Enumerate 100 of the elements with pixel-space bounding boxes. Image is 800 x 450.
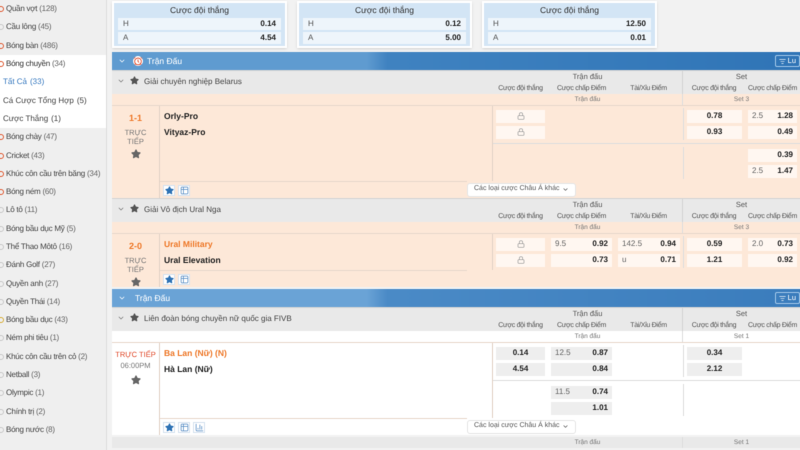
odds-value: 0.87 — [592, 347, 608, 359]
odds-value: 0.93 — [706, 126, 722, 138]
star-icon[interactable] — [130, 76, 139, 85]
side-label: H — [493, 18, 499, 30]
star-icon[interactable] — [130, 313, 139, 322]
handicap-line: 2.5 — [752, 110, 764, 122]
handicap-line: 11.5 — [555, 386, 570, 398]
collapse-icon[interactable] — [117, 314, 125, 322]
odds-button[interactable]: 2.0 0.73 — [748, 238, 797, 250]
table-icon[interactable] — [180, 274, 188, 284]
odds-value: 0.34 — [706, 347, 722, 359]
odds-value: 5.00 — [445, 32, 461, 44]
market-row[interactable]: A 4.54 — [118, 32, 281, 44]
odds-value: 4.54 — [260, 32, 276, 44]
market-row[interactable]: H 12.50 — [488, 18, 651, 30]
odds-value: 0.92 — [592, 238, 608, 250]
sidebar-subitem[interactable]: Cá Cược Tổng Hợp (5) — [0, 91, 106, 110]
side-label: A — [308, 32, 314, 44]
odds-value: 1.47 — [777, 165, 793, 177]
lock-icon — [516, 256, 524, 264]
odds-button[interactable]: 0.93 — [687, 126, 742, 138]
odds-value: 0.14 — [260, 18, 276, 30]
sidebar-item[interactable]: Chính trị (2) — [0, 402, 106, 421]
sidebar-item[interactable]: Quyền Thái (14) — [0, 292, 106, 312]
odds-value: 2.12 — [706, 363, 722, 375]
sidebar-item[interactable]: Bóng bầu dục Mỹ (5) — [0, 220, 106, 238]
odds-button[interactable]: 9.5 0.92 — [551, 238, 612, 250]
sidebar-item[interactable]: Bóng bàn (486) — [0, 36, 106, 55]
market-row[interactable]: A 0.01 — [488, 32, 651, 44]
odds-button[interactable]: u 0.71 — [618, 254, 680, 266]
sidebar-item[interactable]: Cricket (43) — [0, 146, 106, 165]
odds-button[interactable]: 0.59 — [687, 238, 742, 250]
handicap-line: 2.5 — [752, 165, 764, 177]
lock-icon — [516, 240, 524, 248]
sidebar-item[interactable]: Olympic (1) — [0, 384, 106, 403]
sidebar-item[interactable]: Bóng bầu dục (43) — [0, 311, 106, 330]
favorite-icon[interactable] — [164, 186, 174, 194]
market-row[interactable]: A 5.00 — [303, 32, 466, 44]
sidebar-item[interactable]: Khúc côn cầu trên băng (34) — [0, 164, 106, 183]
collapse-icon[interactable] — [118, 294, 126, 302]
sidebar-item[interactable]: Bóng ném (60) — [0, 182, 106, 202]
chart-icon[interactable] — [194, 422, 204, 432]
handicap-line: 2.0 — [752, 238, 764, 250]
collapse-icon[interactable] — [118, 57, 126, 65]
chevron-down-icon — [562, 423, 569, 430]
odds-value: 0.78 — [706, 110, 722, 122]
team-name: Hà Lan (Nữ) — [164, 363, 214, 376]
star-icon[interactable] — [130, 148, 140, 158]
sidebar-item[interactable]: Thể Thao Môtô (16) — [0, 238, 106, 256]
odds-button[interactable]: 2.5 1.47 — [748, 164, 797, 178]
sidebar-item[interactable]: Ném phi tiêu (1) — [0, 329, 106, 348]
favorite-icon[interactable] — [164, 422, 174, 432]
odds-value: 0.39 — [777, 149, 793, 161]
odds-button[interactable]: 1.21 — [687, 254, 742, 266]
market-row[interactable]: H 0.12 — [303, 18, 466, 30]
table-icon[interactable] — [180, 422, 188, 432]
league-name: Giải Vô địch Ural Nga — [144, 204, 221, 216]
odds-button[interactable]: 12.5 0.87 — [551, 346, 612, 360]
sidebar-subitem[interactable]: Tất Cả (33) — [0, 73, 106, 92]
odds-value: 1.21 — [706, 254, 722, 266]
market-row[interactable]: H 0.14 — [118, 18, 281, 30]
odds-button[interactable]: 0.84 — [551, 362, 612, 376]
team-name: Ural Military — [164, 238, 214, 251]
star-icon[interactable] — [130, 374, 140, 384]
collapse-icon[interactable] — [117, 77, 125, 85]
alarm-clock-icon — [133, 56, 143, 66]
odds-button[interactable]: 2.5 1.28 — [748, 110, 797, 122]
odds-value: 0.01 — [630, 32, 646, 44]
sidebar-item[interactable]: Đánh Golf (27) — [0, 256, 106, 274]
sidebar-item[interactable]: Lô tô (11) — [0, 201, 106, 220]
odds-button[interactable]: 2.12 — [687, 362, 742, 376]
sidebar-item[interactable]: Bóng chày (47) — [0, 128, 106, 146]
odds-button[interactable]: 0.92 — [748, 254, 797, 266]
odds-button[interactable]: 0.39 — [748, 148, 797, 162]
odds-value: 0.84 — [592, 363, 608, 375]
sidebar-item[interactable]: Khúc côn cầu trên cỏ (2) — [0, 348, 106, 366]
collapse-icon[interactable] — [117, 205, 125, 213]
handicap-line: 9.5 — [555, 238, 566, 250]
odds-button[interactable]: 0.34 — [687, 346, 742, 360]
sidebar-item[interactable]: Netball (3) — [0, 366, 106, 384]
star-icon[interactable] — [130, 204, 139, 213]
odds-button[interactable]: 0.73 — [551, 254, 612, 266]
sidebar-item[interactable]: Quyền anh (27) — [0, 274, 106, 293]
odds-button[interactable]: 0.49 — [748, 126, 797, 138]
odds-button[interactable]: 11.5 0.74 — [551, 386, 612, 398]
sidebar-subitem[interactable]: Cược Thắng (1) — [0, 110, 106, 128]
market-title: Cược đội thắng — [169, 4, 230, 17]
odds-button[interactable]: 0.14 — [496, 346, 545, 360]
sidebar-item[interactable]: Cầu lông (45) — [0, 18, 106, 37]
sidebar-item[interactable]: Bóng chuyền (34) — [0, 54, 106, 74]
odds-button[interactable]: 0.78 — [687, 110, 742, 122]
star-icon[interactable] — [130, 276, 140, 286]
lock-icon — [516, 112, 524, 120]
table-icon[interactable] — [180, 186, 188, 194]
favorite-icon[interactable] — [164, 274, 174, 284]
sidebar-item[interactable]: Quần vợt (128) — [0, 0, 106, 18]
odds-button[interactable]: 142.5 0.94 — [618, 238, 680, 250]
odds-button[interactable]: 4.54 — [496, 362, 545, 376]
odds-button[interactable]: 1.01 — [551, 402, 612, 414]
sidebar-item[interactable]: Bóng nước (8) — [0, 420, 106, 440]
